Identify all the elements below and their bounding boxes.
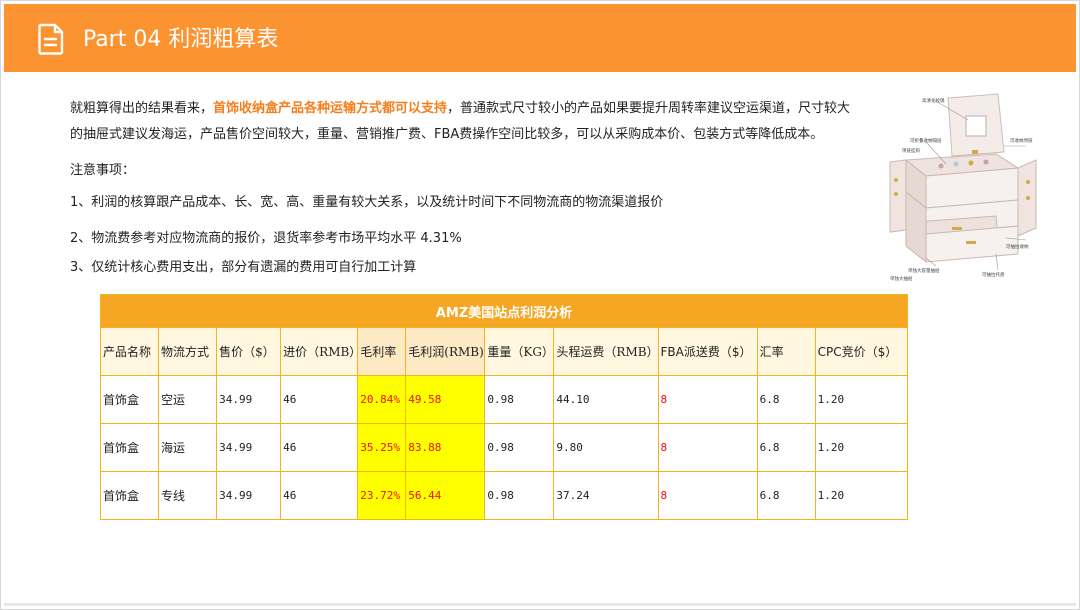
table-cell: 34.99 — [216, 423, 282, 472]
table-cell: 56.44 — [405, 471, 486, 520]
header-cell: CPC竞价（$） — [814, 327, 909, 376]
table-cell: 6.8 — [756, 471, 816, 520]
table-cell: 46 — [280, 471, 359, 520]
header-cell: 物流方式 — [158, 327, 218, 376]
table-cell: 23.72% — [357, 471, 407, 520]
intro-line-1: 就粗算得出的结果看来，首饰收纳盒产品各种运输方式都可以支持，普通款式尺寸较小的产… — [70, 101, 851, 116]
callout-label: 可收纳项链 — [1010, 137, 1033, 144]
header-cell: 进价（RMB） — [280, 327, 359, 376]
table-cell: 8 — [657, 375, 758, 424]
table-cell: 海运 — [158, 423, 218, 472]
header-cell: 头程运费（RMB） — [553, 327, 659, 376]
table-cell: 0.98 — [484, 375, 555, 424]
table-caption: AMZ美国站点利润分析 — [100, 294, 908, 328]
profit-table: AMZ美国站点利润分析 产品名称 物流方式 售价（$） 进价（RMB） 毛利率 … — [99, 294, 909, 520]
slide-header: Part 04 利润粗算表 — [4, 4, 1076, 72]
table-cell: 83.88 — [405, 423, 486, 472]
intro-highlight: 首饰收纳盒产品各种运输方式都可以支持 — [213, 101, 448, 116]
callout-label: 可抽拉托盘 — [982, 271, 1005, 278]
table-cell: 46 — [280, 375, 359, 424]
header-cell: 毛利率 — [357, 327, 407, 376]
table-cell: 6.8 — [756, 423, 816, 472]
table-cell: 1.20 — [814, 471, 909, 520]
document-icon — [38, 23, 64, 55]
callout-label: 单独大容量抽屉 — [908, 267, 940, 274]
table-cell: 1.20 — [814, 423, 909, 472]
bottom-divider — [4, 603, 1076, 606]
table-cell: 34.99 — [216, 375, 282, 424]
callout-label: 单独大抽屉 — [890, 275, 913, 282]
callout-label: 可抽拉收纳 — [1006, 243, 1029, 250]
table-cell: 空运 — [158, 375, 218, 424]
table-cell: 专线 — [158, 471, 218, 520]
table-cell: 8 — [657, 423, 758, 472]
table-cell: 首饰盒 — [99, 375, 160, 424]
header-cell: 汇率 — [756, 327, 816, 376]
table-cell: 8 — [657, 471, 758, 520]
note-item: 2、物流费参考对应物流商的报价，退货率参考市场平均水平 4.31% — [70, 231, 462, 246]
callout-label: 可折叠收纳隔层 — [910, 137, 942, 144]
note-item: 1、利润的核算跟产品成本、长、宽、高、重量有较大关系，以及统计时间下不同物流商的… — [70, 195, 664, 210]
table-cell: 20.84% — [357, 375, 407, 424]
table-cell: 37.24 — [553, 471, 659, 520]
table-cell: 44.10 — [553, 375, 659, 424]
header-cell: 重量（KG） — [484, 327, 555, 376]
note-item: 3、仅统计核心费用支出，部分有遗漏的费用可自行加工计算 — [70, 260, 417, 275]
table-cell: 首饰盒 — [99, 423, 160, 472]
callout-label: 高清化妆镜 — [922, 97, 945, 104]
table-row: 首饰盒 海运 34.99 46 35.25% 83.88 0.98 9.80 8… — [99, 423, 909, 472]
table-cell: 1.20 — [814, 375, 909, 424]
intro-line-2: 的抽屉式建议发海运，产品售价空间较大，重量、营销推广费、FBA费操作空间比较多，… — [70, 127, 824, 142]
table-caption-row: AMZ美国站点利润分析 — [100, 294, 908, 328]
table-cell: 34.99 — [216, 471, 282, 520]
table-cell: 首饰盒 — [99, 471, 160, 520]
jewelry-box-illustration: 高清化妆镜 可折叠收纳隔层 项链挂钩 可收纳项链 单独大容量抽屉 可抽拉收纳 单… — [886, 90, 1046, 285]
table-cell: 6.8 — [756, 375, 816, 424]
table-cell: 46 — [280, 423, 359, 472]
header-cell: 产品名称 — [99, 327, 160, 376]
table-cell: 49.58 — [405, 375, 486, 424]
header-cell: 售价（$） — [216, 327, 282, 376]
table-row: 首饰盒 专线 34.99 46 23.72% 56.44 0.98 37.24 … — [99, 471, 909, 520]
header-cell: FBA派送费（$） — [657, 327, 758, 376]
table-header-row: 产品名称 物流方式 售价（$） 进价（RMB） 毛利率 毛利润(RMB) 重量（… — [99, 327, 909, 376]
page-title: Part 04 利润粗算表 — [83, 27, 279, 52]
table-cell: 9.80 — [553, 423, 659, 472]
table-cell: 0.98 — [484, 423, 555, 472]
notes-heading: 注意事项： — [70, 163, 136, 178]
table-row: 首饰盒 空运 34.99 46 20.84% 49.58 0.98 44.10 … — [99, 375, 909, 424]
header-cell: 毛利润(RMB) — [405, 327, 486, 376]
table-cell: 35.25% — [357, 423, 407, 472]
callout-label: 项链挂钩 — [902, 147, 920, 154]
table-cell: 0.98 — [484, 471, 555, 520]
